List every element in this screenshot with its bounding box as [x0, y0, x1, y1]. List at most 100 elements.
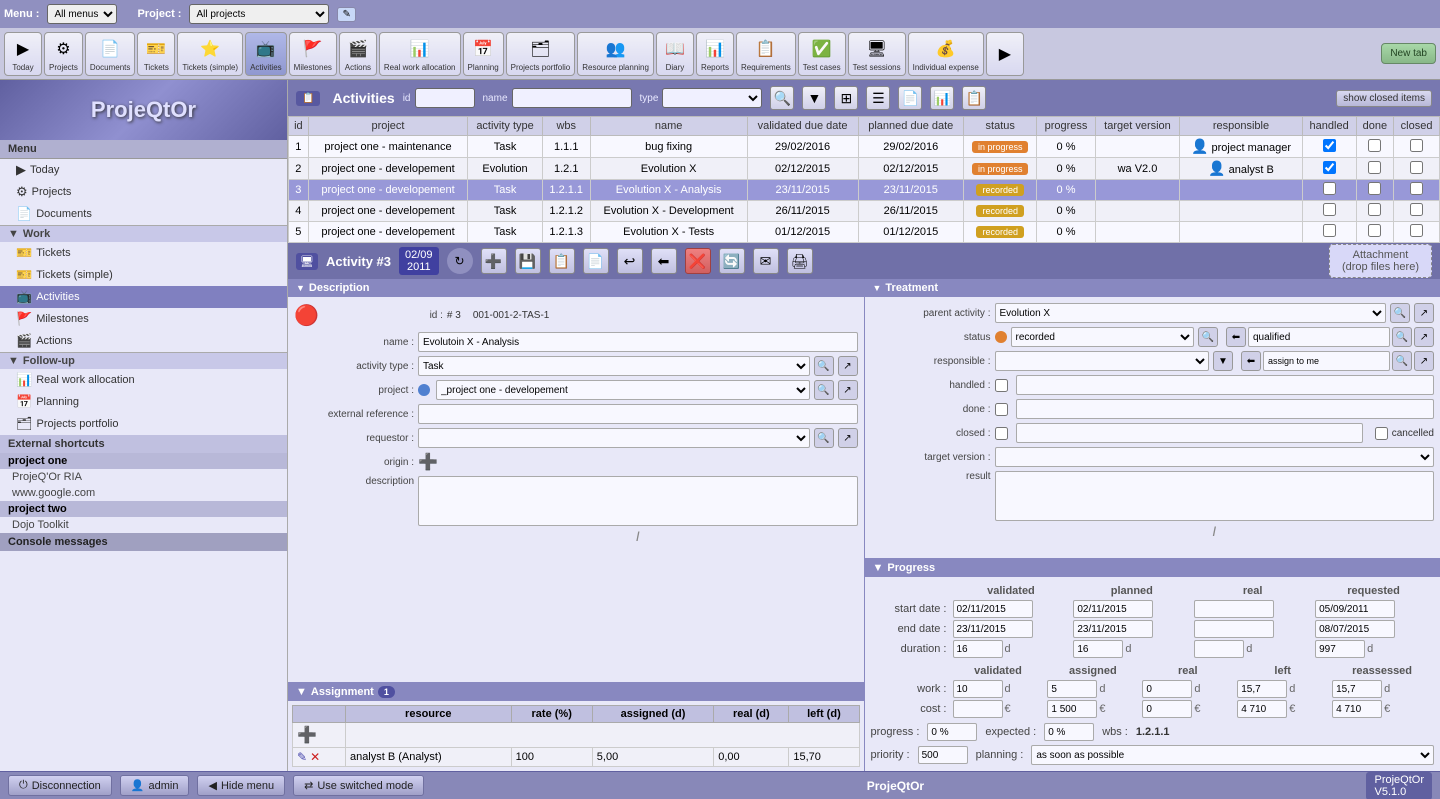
table-row[interactable]: 4 project one - developement Task 1.2.1.…	[289, 201, 1440, 222]
disconnect-button[interactable]: ⏻ Disconnection	[8, 775, 112, 796]
work-left-input[interactable]	[1237, 680, 1287, 698]
duration-real-input[interactable]	[1194, 640, 1244, 658]
parent-activity-select[interactable]: Evolution X	[995, 303, 1387, 323]
nav-diary[interactable]: 📖 Diary	[656, 32, 694, 76]
sidebar-item-today[interactable]: ▶ Today	[0, 159, 287, 181]
expected-input[interactable]	[1044, 723, 1094, 741]
activity-type-link-btn[interactable]: ↗	[838, 356, 858, 376]
nav-test-sessions[interactable]: 🖥 Test sessions	[848, 32, 906, 76]
cell-done[interactable]	[1356, 222, 1394, 243]
origin-add-btn[interactable]: ➕	[418, 452, 438, 472]
sidebar-item-documents[interactable]: 📄 Documents	[0, 203, 287, 225]
duration-validated-input[interactable]	[953, 640, 1003, 658]
sidebar-section-followup[interactable]: ▼ Follow-up	[0, 352, 287, 369]
end-planned-input[interactable]	[1073, 620, 1153, 638]
handled-check[interactable]	[1323, 139, 1336, 152]
grid-view-button[interactable]: ⊞	[834, 86, 858, 110]
cell-done[interactable]	[1356, 201, 1394, 222]
parent-activity-link-btn[interactable]: ↗	[1414, 303, 1434, 323]
cell-closed[interactable]	[1394, 136, 1440, 158]
nav-tickets[interactable]: 🎫 Tickets	[137, 32, 175, 76]
assign-input[interactable]	[1263, 351, 1390, 371]
cost-assigned-input[interactable]	[1047, 700, 1097, 718]
admin-button[interactable]: 👤 admin	[120, 775, 190, 796]
name-form-input[interactable]	[418, 332, 858, 352]
handled-check[interactable]	[1323, 182, 1336, 195]
closed-check[interactable]	[1410, 203, 1423, 216]
cell-handled[interactable]	[1302, 180, 1356, 201]
detail-print-button[interactable]: 🖨	[787, 248, 813, 274]
excel-button[interactable]: 📊	[930, 86, 954, 110]
sidebar-shortcut-projector[interactable]: ProjeQ'Or RIA	[0, 469, 287, 485]
qualified-nav-btn[interactable]: ↗	[1414, 327, 1434, 347]
name-input[interactable]	[512, 88, 632, 108]
done-check[interactable]	[1368, 182, 1381, 195]
requestor-link-btn[interactable]: ↗	[838, 428, 858, 448]
project-form-select[interactable]: _project one - developement	[436, 380, 810, 400]
menu-select[interactable]: All menus	[47, 4, 117, 24]
target-version-select[interactable]	[995, 447, 1435, 467]
progress-pct-input[interactable]	[927, 723, 977, 741]
project-search-btn[interactable]: 🔍	[814, 380, 834, 400]
cell-closed[interactable]	[1394, 201, 1440, 222]
external-ref-input[interactable]	[418, 404, 858, 424]
end-validated-input[interactable]	[953, 620, 1033, 638]
closed-checkbox[interactable]	[995, 427, 1008, 440]
start-planned-input[interactable]	[1073, 600, 1153, 618]
detail-pdf-button[interactable]: 📄	[583, 248, 609, 274]
cost-validated-input[interactable]	[953, 700, 1003, 718]
cell-handled[interactable]	[1302, 136, 1356, 158]
done-checkbox[interactable]	[995, 403, 1008, 416]
sidebar-section-work[interactable]: ▼ Work	[0, 225, 287, 242]
cell-handled[interactable]	[1302, 201, 1356, 222]
sidebar-item-real-work[interactable]: 📊 Real work allocation	[0, 369, 287, 391]
requestor-search-btn[interactable]: 🔍	[814, 428, 834, 448]
handled-check[interactable]	[1323, 203, 1336, 216]
done-check[interactable]	[1368, 139, 1381, 152]
qualified-input[interactable]	[1248, 327, 1390, 347]
requestor-select[interactable]	[418, 428, 810, 448]
end-requested-input[interactable]	[1315, 620, 1395, 638]
assign-search-btn[interactable]: 🔍	[1392, 351, 1412, 371]
table-row[interactable]: 5 project one - developement Task 1.2.1.…	[289, 222, 1440, 243]
duration-requested-input[interactable]	[1315, 640, 1365, 658]
detail-copy-button[interactable]: 📋	[549, 248, 575, 274]
work-validated-input[interactable]	[953, 680, 1003, 698]
assign-link-btn[interactable]: ⬅	[1241, 351, 1261, 371]
table-row[interactable]: 1 project one - maintenance Task 1.1.1 b…	[289, 136, 1440, 158]
nav-planning[interactable]: 📅 Planning	[463, 32, 504, 76]
show-closed-button[interactable]: show closed items	[1336, 90, 1432, 107]
work-real-input[interactable]	[1142, 680, 1192, 698]
nav-resource[interactable]: 👥 Resource planning	[577, 32, 654, 76]
sidebar-item-planning[interactable]: 📅 Planning	[0, 391, 287, 413]
activity-type-select[interactable]: Task	[418, 356, 810, 376]
closed-check[interactable]	[1410, 224, 1423, 237]
responsible-dropdown-btn[interactable]: ▼	[1213, 351, 1233, 371]
new-tab-button[interactable]: New tab	[1381, 43, 1436, 64]
sidebar-item-activities[interactable]: 📺 Activities	[0, 286, 287, 308]
cell-done[interactable]	[1356, 136, 1394, 158]
assignment-delete-btn[interactable]: ✕	[310, 750, 320, 764]
result-textarea[interactable]	[995, 471, 1435, 521]
detail-add-button[interactable]: ➕	[481, 248, 507, 274]
cost-reassessed-input[interactable]	[1332, 700, 1382, 718]
done-check[interactable]	[1368, 224, 1381, 237]
nav-documents[interactable]: 📄 Documents	[85, 32, 135, 76]
cell-closed[interactable]	[1394, 158, 1440, 180]
sidebar-shortcut-dojo[interactable]: Dojo Toolkit	[0, 517, 287, 533]
sidebar-item-tickets-simple[interactable]: 🎫 Tickets (simple)	[0, 264, 287, 286]
detail-nav-button[interactable]: ⬅	[651, 248, 677, 274]
nav-projects[interactable]: ⚙ Projects	[44, 32, 83, 76]
detail-undo-button[interactable]: ↩	[617, 248, 643, 274]
handled-date-input[interactable]	[1016, 375, 1435, 395]
sidebar-item-tickets[interactable]: 🎫 Tickets	[0, 242, 287, 264]
attachment-area[interactable]: Attachment (drop files here)	[1329, 244, 1432, 278]
status-search-btn[interactable]: 🔍	[1198, 327, 1218, 347]
start-real-input[interactable]	[1194, 600, 1274, 618]
filter-button[interactable]: ▼	[802, 86, 826, 110]
nav-tickets-simple[interactable]: ⭐ Tickets (simple)	[177, 32, 243, 76]
id-input[interactable]	[415, 88, 475, 108]
work-reassessed-input[interactable]	[1332, 680, 1382, 698]
sidebar-item-actions[interactable]: 🎬 Actions	[0, 330, 287, 352]
cell-done[interactable]	[1356, 180, 1394, 201]
